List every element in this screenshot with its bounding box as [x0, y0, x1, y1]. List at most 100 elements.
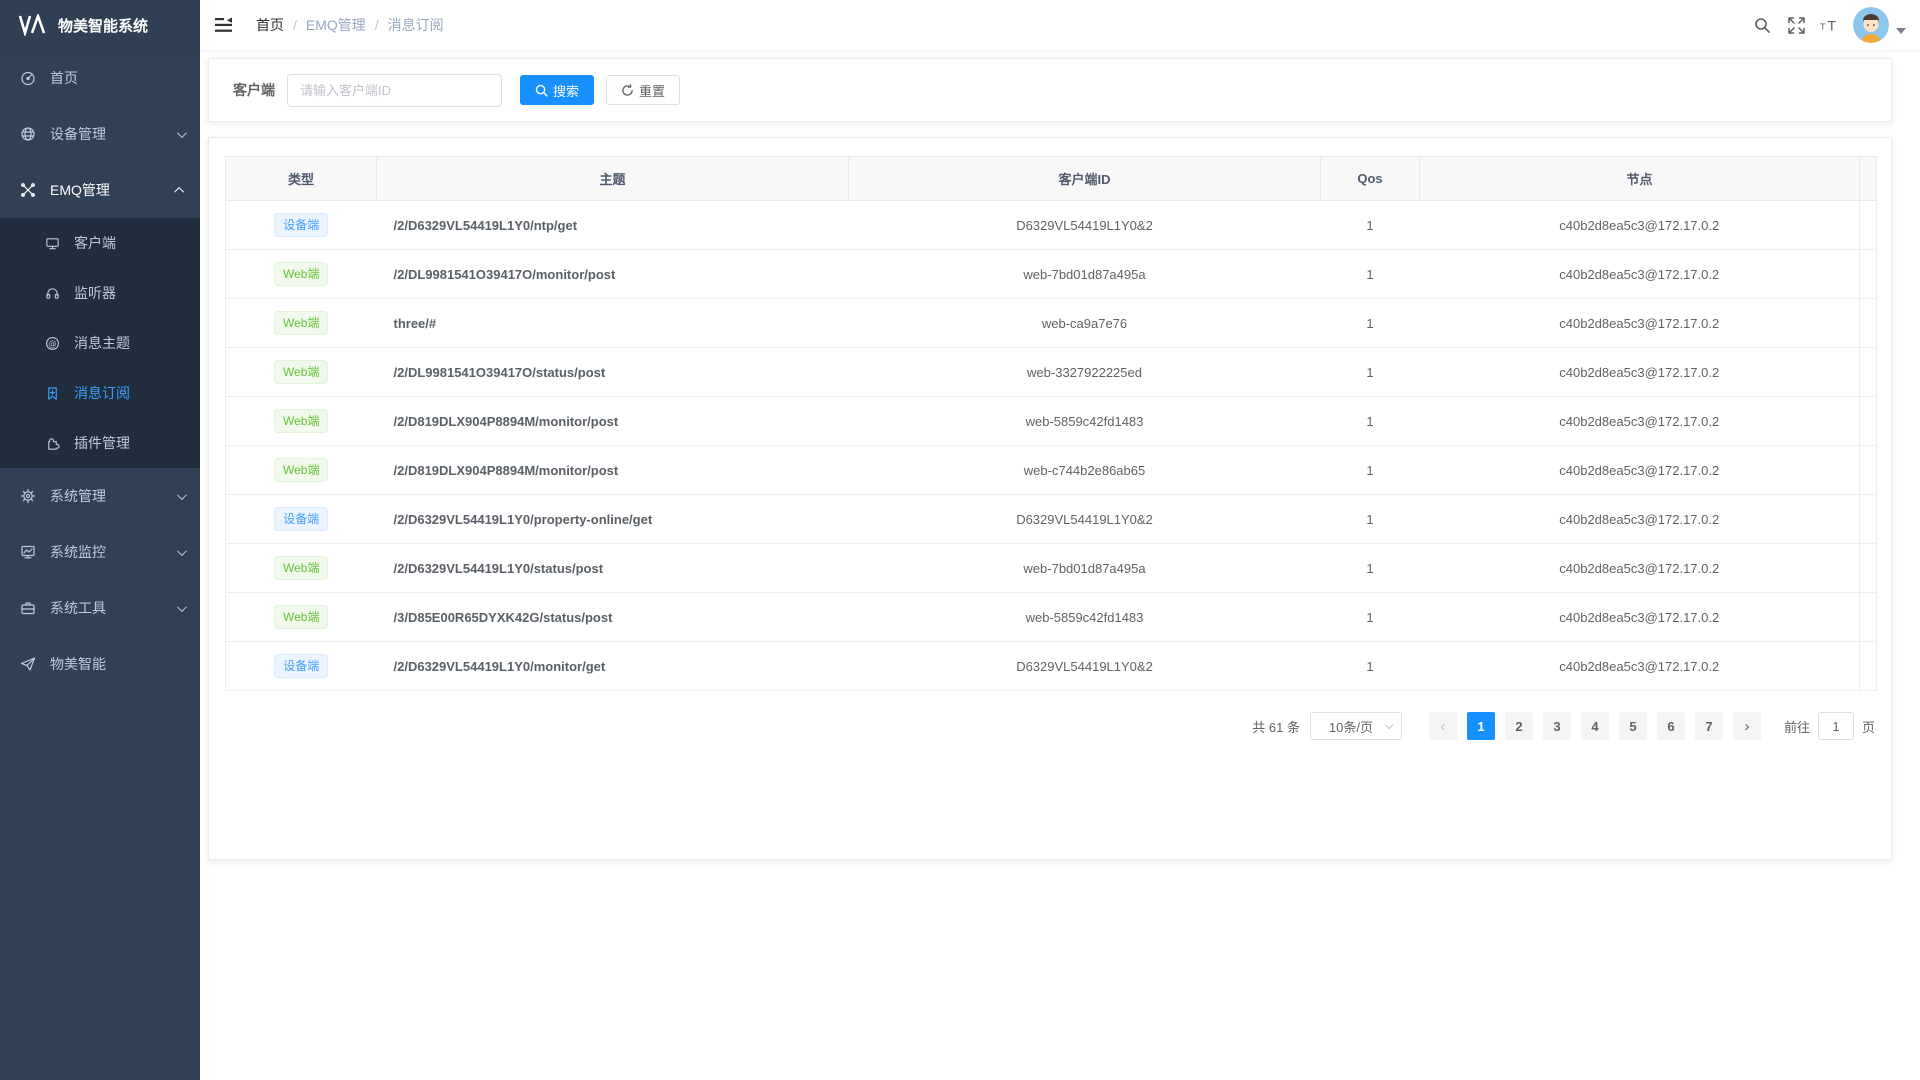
page-button-3[interactable]: 3 [1543, 712, 1571, 740]
font-size-button[interactable]: T T [1813, 0, 1847, 50]
cell-qos: 1 [1321, 446, 1420, 495]
table-row: Web端 /2/DL9981541O39417O/monitor/post we… [226, 250, 1877, 299]
reset-button[interactable]: 重置 [606, 75, 680, 105]
cell-node: c40b2d8ea5c3@172.17.0.2 [1420, 201, 1860, 250]
table-row: 设备端 /2/D6329VL54419L1Y0/monitor/get D632… [226, 642, 1877, 691]
cell-client-id: web-5859c42fd1483 [849, 593, 1321, 642]
cell-node: c40b2d8ea5c3@172.17.0.2 [1420, 397, 1860, 446]
sidebar: 物美智能系统 首页 设备管理 EMQ管理 客户端 监 [0, 0, 200, 1080]
sidebar-item-label: 设备管理 [50, 124, 177, 144]
header-search-button[interactable] [1745, 0, 1779, 50]
sidebar-item-emq-mgmt[interactable]: EMQ管理 [0, 162, 200, 218]
breadcrumb: 首页 / EMQ管理 / 消息订阅 [256, 15, 444, 35]
cell-qos: 1 [1321, 495, 1420, 544]
cell-node: c40b2d8ea5c3@172.17.0.2 [1420, 446, 1860, 495]
cell-type: 设备端 [226, 201, 377, 250]
search-icon [1754, 17, 1771, 34]
chevron-down-icon [177, 128, 187, 138]
cell-gutter [1860, 593, 1877, 642]
table-row: Web端 /2/D819DLX904P8894M/monitor/post we… [226, 397, 1877, 446]
chevron-down-icon [177, 602, 187, 612]
table-row: 设备端 /2/D6329VL54419L1Y0/ntp/get D6329VL5… [226, 201, 1877, 250]
subscribe-bookmark-icon [44, 385, 60, 401]
page-size-select[interactable]: 10条/页 [1310, 712, 1402, 740]
page-button-1[interactable]: 1 [1467, 712, 1495, 740]
sidebar-item-emq-subscriptions[interactable]: 消息订阅 [0, 368, 200, 418]
hamburger-fold-icon [215, 17, 233, 33]
type-tag: 设备端 [274, 213, 328, 237]
page-button-2[interactable]: 2 [1505, 712, 1533, 740]
cell-type: Web端 [226, 593, 377, 642]
sidebar-item-emq-clients[interactable]: 客户端 [0, 218, 200, 268]
cell-client-id: web-c744b2e86ab65 [849, 446, 1321, 495]
table-row: Web端 three/# web-ca9a7e76 1 c40b2d8ea5c3… [226, 299, 1877, 348]
cell-topic: /3/D85E00R65DYXK42G/status/post [377, 593, 849, 642]
table-row: Web端 /3/D85E00R65DYXK42G/status/post web… [226, 593, 1877, 642]
cell-node: c40b2d8ea5c3@172.17.0.2 [1420, 544, 1860, 593]
emq-cluster-icon [20, 182, 36, 198]
col-header-type: 类型 [226, 157, 377, 201]
sidebar-item-label: 物美智能 [50, 654, 184, 674]
breadcrumb-home[interactable]: 首页 [256, 15, 284, 35]
sidebar-item-emq-topics[interactable]: @ 消息主题 [0, 318, 200, 368]
sidebar-item-system-monitor[interactable]: 系统监控 [0, 524, 200, 580]
page-buttons: 1234567 [1462, 712, 1728, 740]
cell-gutter [1860, 495, 1877, 544]
font-size-icon: T T [1819, 17, 1841, 34]
goto-label: 前往 [1784, 717, 1810, 736]
page-button-4[interactable]: 4 [1581, 712, 1609, 740]
top-navbar: 首页 / EMQ管理 / 消息订阅 T T [200, 0, 1920, 50]
app-logo[interactable]: 物美智能系统 [0, 0, 200, 50]
sidebar-item-label: 客户端 [74, 233, 116, 253]
table-row: Web端 /2/D6329VL54419L1Y0/status/post web… [226, 544, 1877, 593]
cell-gutter [1860, 397, 1877, 446]
user-menu[interactable] [1853, 7, 1906, 43]
col-header-client-id: 客户端ID [849, 157, 1321, 201]
sidebar-item-label: 消息主题 [74, 333, 130, 353]
cell-qos: 1 [1321, 642, 1420, 691]
avatar[interactable] [1853, 7, 1889, 43]
logo-icon [18, 14, 48, 36]
search-icon [535, 84, 548, 97]
sidebar-item-emq-plugins[interactable]: 插件管理 [0, 418, 200, 468]
page-button-7[interactable]: 7 [1695, 712, 1723, 740]
cell-gutter [1860, 201, 1877, 250]
cell-gutter [1860, 642, 1877, 691]
chevron-down-icon [1385, 721, 1393, 729]
sidebar-item-system-tools[interactable]: 系统工具 [0, 580, 200, 636]
sidebar-fold-toggle[interactable] [200, 0, 248, 50]
subscriptions-panel: 类型 主题 客户端ID Qos 节点 设备端 /2/D6329VL54419L1… [208, 137, 1892, 860]
sidebar-item-emq-listeners[interactable]: 监听器 [0, 268, 200, 318]
sidebar-item-system-mgmt[interactable]: 系统管理 [0, 468, 200, 524]
cell-qos: 1 [1321, 544, 1420, 593]
cell-node: c40b2d8ea5c3@172.17.0.2 [1420, 250, 1860, 299]
cell-topic: /2/DL9981541O39417O/status/post [377, 348, 849, 397]
emq-submenu: 客户端 监听器 @ 消息主题 消息订阅 插件管理 [0, 218, 200, 468]
svg-text:T: T [1820, 22, 1826, 32]
gear-icon [20, 488, 36, 504]
search-button[interactable]: 搜索 [520, 75, 594, 105]
sidebar-item-label: 监听器 [74, 283, 116, 303]
col-header-topic: 主题 [377, 157, 849, 201]
page-button-5[interactable]: 5 [1619, 712, 1647, 740]
page-button-6[interactable]: 6 [1657, 712, 1685, 740]
table-header-row: 类型 主题 客户端ID Qos 节点 [226, 157, 1877, 201]
sidebar-item-home[interactable]: 首页 [0, 50, 200, 106]
goto-suffix: 页 [1862, 717, 1875, 736]
goto-page-input[interactable] [1818, 712, 1854, 740]
cell-type: Web端 [226, 544, 377, 593]
prev-page-button[interactable]: ‹ [1429, 712, 1457, 740]
cell-client-id: web-3327922225ed [849, 348, 1321, 397]
fullscreen-button[interactable] [1779, 0, 1813, 50]
navbar-actions: T T [1745, 0, 1920, 50]
cell-client-id: web-ca9a7e76 [849, 299, 1321, 348]
type-tag: Web端 [274, 458, 328, 482]
table-row: Web端 /2/DL9981541O39417O/status/post web… [226, 348, 1877, 397]
sidebar-item-label: EMQ管理 [50, 180, 177, 200]
next-page-button[interactable]: › [1733, 712, 1761, 740]
client-id-input[interactable] [287, 74, 502, 107]
cell-gutter [1860, 348, 1877, 397]
sidebar-item-wumei-smart[interactable]: 物美智能 [0, 636, 200, 692]
sidebar-item-device-mgmt[interactable]: 设备管理 [0, 106, 200, 162]
client-monitor-icon [44, 235, 60, 251]
